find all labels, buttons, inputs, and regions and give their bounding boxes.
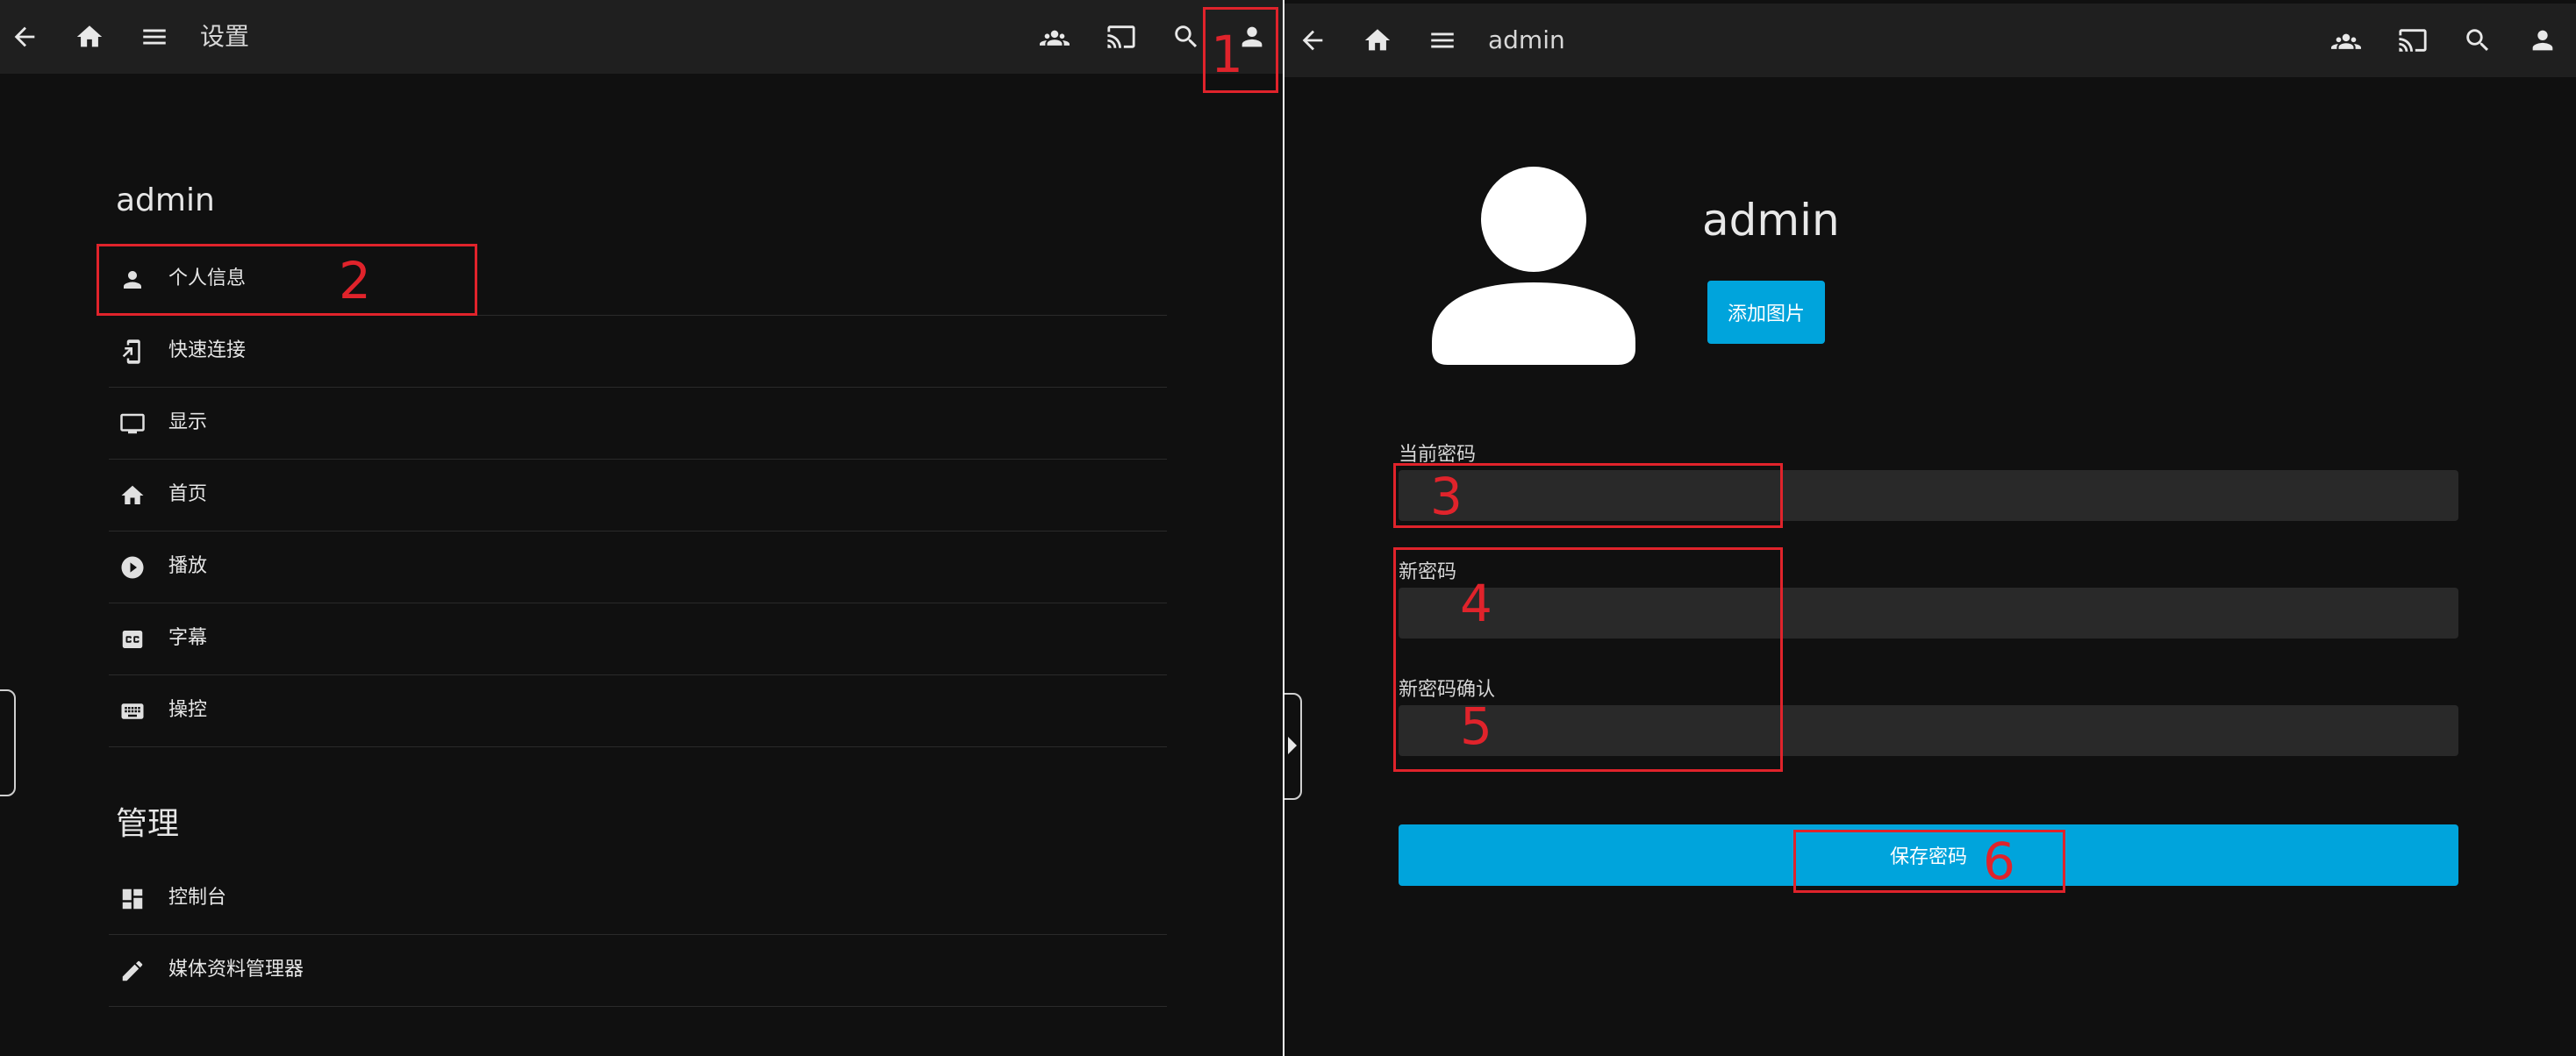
menu-icon[interactable] — [133, 16, 175, 58]
search-icon[interactable] — [1165, 16, 1207, 58]
menu-item-label: 首页 — [168, 483, 208, 505]
user-icon[interactable] — [2522, 19, 2564, 61]
menu-item-playback[interactable]: 播放 — [109, 532, 1167, 603]
menu-item-quick-connect[interactable]: 快速连接 — [109, 316, 1167, 388]
menu-item-dashboard[interactable]: 控制台 — [109, 863, 1167, 935]
phone-link-icon — [118, 337, 147, 367]
page-title: admin — [1488, 25, 1565, 54]
menu-icon[interactable] — [1421, 19, 1463, 61]
annotation-box-6 — [1793, 830, 2065, 893]
admin-section-title: 管理 — [116, 806, 180, 842]
user-profile-panel: admin admin 添加图片 当前密码 新密码 新密码确认 保存密码 3 4… — [1284, 0, 2576, 1056]
menu-item-metadata-manager[interactable]: 媒体资料管理器 — [109, 935, 1167, 1007]
user-avatar-icon — [1432, 167, 1635, 365]
back-arrow-icon[interactable] — [1292, 19, 1334, 61]
group-icon[interactable] — [2325, 19, 2367, 61]
annotation-number-3: 3 — [1430, 467, 1463, 526]
dashboard-icon — [118, 884, 147, 914]
home-icon — [118, 481, 147, 510]
annotation-number-5: 5 — [1460, 696, 1492, 756]
menu-item-display[interactable]: 显示 — [109, 388, 1167, 460]
chevron-right-icon — [1288, 737, 1297, 754]
menu-item-label: 操控 — [168, 699, 208, 721]
menu-item-label: 媒体资料管理器 — [168, 959, 304, 981]
annotation-number-6: 6 — [1983, 831, 2015, 891]
menu-item-label: 显示 — [168, 411, 208, 433]
avatar — [1425, 158, 1644, 377]
menu-item-subtitles[interactable]: 字幕 — [109, 603, 1167, 675]
annotation-box-2 — [97, 244, 477, 316]
keyboard-icon — [118, 696, 147, 726]
top-bar: 设置 — [0, 0, 1283, 74]
home-icon[interactable] — [68, 16, 111, 58]
cast-icon[interactable] — [2392, 19, 2434, 61]
annotation-box-4-5 — [1393, 547, 1783, 772]
menu-item-label: 快速连接 — [168, 339, 247, 361]
menu-item-home[interactable]: 首页 — [109, 460, 1167, 532]
page-title: 设置 — [200, 22, 250, 51]
closed-caption-icon — [118, 624, 147, 654]
pencil-icon — [118, 956, 147, 986]
back-arrow-icon[interactable] — [4, 16, 46, 58]
search-icon[interactable] — [2457, 19, 2499, 61]
menu-item-label: 字幕 — [168, 627, 208, 649]
menu-item-label: 控制台 — [168, 887, 227, 909]
annotation-number-2: 2 — [339, 251, 371, 310]
annotation-number-1: 1 — [1211, 25, 1243, 84]
menu-item-controls[interactable]: 操控 — [109, 675, 1167, 747]
play-circle-icon — [118, 553, 147, 582]
cast-icon[interactable] — [1100, 16, 1142, 58]
profile-username: admin — [1702, 195, 1840, 246]
add-image-button[interactable]: 添加图片 — [1707, 281, 1825, 344]
group-icon[interactable] — [1034, 16, 1076, 58]
home-icon[interactable] — [1356, 19, 1399, 61]
annotation-number-4: 4 — [1460, 574, 1492, 633]
side-drawer-handle[interactable] — [1284, 693, 1302, 800]
user-section-title: admin — [116, 182, 215, 218]
menu-item-label: 播放 — [168, 555, 208, 577]
side-drawer-handle[interactable] — [0, 689, 16, 796]
top-bar: admin — [1284, 4, 2576, 77]
settings-panel: 设置 admin 个人信息 快速连接 显示 首页 播放 字幕 操控 管理 控制台… — [0, 0, 1283, 1056]
monitor-icon — [118, 409, 147, 439]
